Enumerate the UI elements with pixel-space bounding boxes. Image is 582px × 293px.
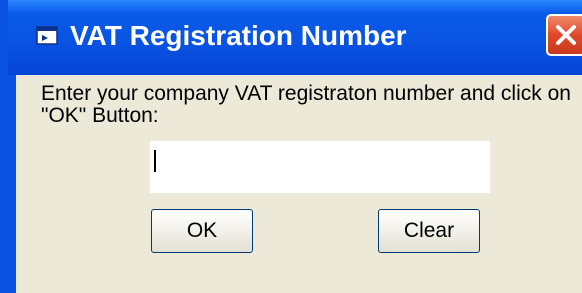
vat-registration-dialog: VAT Registration Number Enter your compa… <box>0 0 582 293</box>
instruction-text: Enter your company VAT registraton numbe… <box>41 82 571 127</box>
ok-button[interactable]: OK <box>151 209 253 253</box>
text-caret <box>154 150 156 172</box>
title-bar[interactable]: VAT Registration Number <box>8 0 582 75</box>
dialog-body: Enter your company VAT registraton numbe… <box>16 75 582 293</box>
dialog-window-icon <box>36 26 60 48</box>
vat-number-input[interactable] <box>150 141 490 193</box>
clear-button[interactable]: Clear <box>378 209 480 253</box>
close-button[interactable] <box>546 14 582 56</box>
window-title: VAT Registration Number <box>70 20 407 51</box>
